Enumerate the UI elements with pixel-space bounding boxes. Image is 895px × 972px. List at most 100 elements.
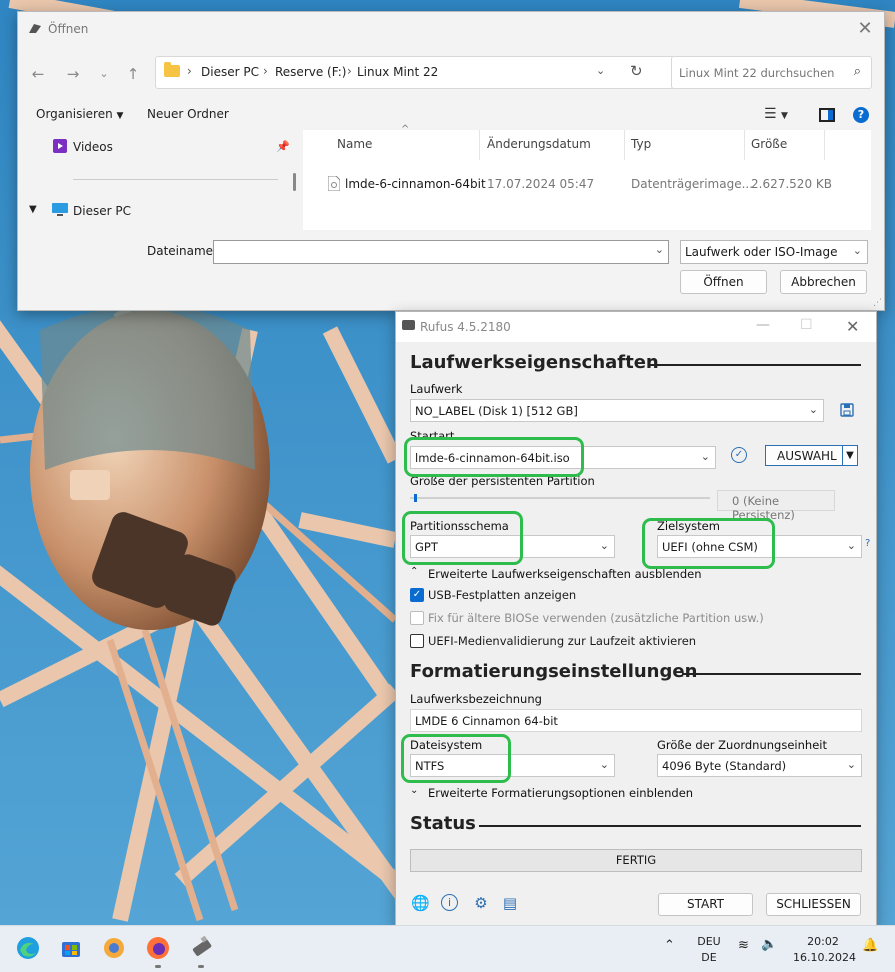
recent-locations-chevron-icon[interactable]: ⌄ (94, 64, 114, 84)
language-globe-icon[interactable]: 🌐 (411, 894, 430, 912)
partition-scheme-value: GPT (415, 540, 438, 554)
help-icon[interactable]: ? (853, 107, 869, 123)
open-file-dialog: Öffnen ✕ ← → ⌄ ↑ › Dieser PC › Reserve (… (17, 11, 885, 311)
filesystem-label: Dateisystem (410, 738, 483, 752)
filesystem-value: NTFS (415, 759, 445, 773)
chevron-down-icon[interactable]: ▼ (842, 446, 857, 465)
drive-value: NO_LABEL (Disk 1) [512 GB] (415, 404, 578, 418)
search-icon[interactable]: ⌕ (854, 64, 861, 79)
resize-grip-icon[interactable]: ⋰ (873, 298, 882, 308)
nav-scrollbar[interactable] (293, 173, 296, 191)
address-bar[interactable]: › Dieser PC › Reserve (F:) › Linux Mint … (155, 56, 675, 89)
uefi-validation-checkbox[interactable] (410, 634, 424, 648)
chevron-down-icon[interactable]: ⌄ (655, 243, 664, 256)
chevron-up-icon[interactable]: ⌃ (664, 938, 675, 953)
organize-button[interactable]: Organisieren ▼ (36, 107, 123, 121)
filename-input[interactable]: ⌄ (213, 240, 669, 264)
help-icon[interactable]: ? (865, 538, 870, 549)
breadcrumb-drive[interactable]: Reserve (F:) (275, 65, 346, 79)
wifi-icon[interactable]: ≋ (738, 938, 749, 953)
start-button[interactable]: START (658, 893, 753, 916)
rufus-window: Rufus 4.5.2180 — ☐ ✕ Laufwerkseigenschaf… (395, 311, 877, 927)
pin-icon[interactable]: 📌 (276, 140, 290, 153)
clock-time[interactable]: 20:02 (795, 935, 851, 948)
folder-icon (164, 62, 180, 77)
close-icon[interactable]: ✕ (846, 317, 859, 336)
chevron-down-icon: ▼ (116, 111, 124, 121)
volume-icon[interactable]: 🔈 (761, 937, 777, 952)
file-size: 2.627.520 KB (751, 177, 832, 191)
clock-date[interactable]: 16.10.2024 (793, 951, 856, 964)
advanced-format-toggle[interactable]: Erweiterte Formatierungsoptionen einblen… (428, 786, 693, 800)
slider-thumb[interactable] (414, 494, 417, 502)
usb-drive-icon (402, 320, 415, 330)
usb-hdd-label: USB-Festplatten anzeigen (428, 588, 577, 602)
store-icon[interactable] (57, 934, 85, 962)
nav-item-this-pc[interactable]: Dieser PC (73, 204, 131, 218)
filesystem-select[interactable]: NTFS ⌄ (410, 754, 615, 777)
table-row[interactable]: lmde-6-cinnamon-64bit 17.07.2024 05:47 D… (303, 130, 871, 230)
usb-drive-icon[interactable] (187, 934, 215, 962)
language-indicator-bottom[interactable]: DE (693, 951, 725, 964)
target-system-value: UEFI (ohne CSM) (662, 540, 758, 554)
chevron-down-icon: ⌄ (700, 450, 710, 463)
volume-label-label: Laufwerksbezeichnung (410, 692, 542, 706)
preview-pane-icon[interactable] (819, 108, 835, 122)
chevron-down-icon[interactable]: ▼ (29, 204, 37, 215)
nav-item-videos[interactable]: Videos (73, 140, 113, 154)
edge-icon[interactable] (14, 934, 42, 962)
log-icon[interactable]: ▤ (501, 894, 519, 912)
persistence-value: 0 (Keine Persistenz) (732, 494, 795, 522)
volume-label-input[interactable]: LMDE 6 Cinnamon 64-bit (410, 709, 862, 732)
up-arrow-icon[interactable]: ↑ (123, 64, 143, 84)
chevron-down-icon: ⌄ (846, 539, 856, 552)
new-folder-button[interactable]: Neuer Ordner (147, 107, 229, 121)
open-dialog-icon (29, 24, 41, 33)
status-progress-bar: FERTIG (410, 849, 862, 872)
forward-arrow-icon[interactable]: → (63, 64, 83, 84)
breadcrumb-folder[interactable]: Linux Mint 22 (357, 65, 438, 79)
about-info-icon[interactable]: i (441, 894, 458, 911)
minimize-icon[interactable]: — (756, 317, 770, 333)
language-indicator-top[interactable]: DEU (693, 935, 725, 948)
select-image-button[interactable]: AUSWAHL ▼ (765, 445, 858, 466)
dialog-toolbar: Organisieren ▼ Neuer Ordner ☰ ▼ ? (18, 100, 884, 130)
chevron-up-icon[interactable]: ⌃ (410, 566, 418, 577)
search-box[interactable]: Linux Mint 22 durchsuchen ⌕ (671, 56, 872, 89)
cluster-size-label: Größe der Zuordnungseinheit (657, 738, 827, 752)
bios-fix-checkbox (410, 611, 424, 625)
settings-icon[interactable] (100, 934, 128, 962)
save-icon[interactable] (840, 403, 854, 417)
advanced-drive-toggle[interactable]: Erweiterte Laufwerkseigenschaften ausble… (428, 567, 701, 581)
checkmark-circle-icon[interactable]: ✓ (731, 447, 747, 463)
open-button[interactable]: Öffnen (680, 270, 767, 294)
chevron-down-icon: ⌄ (599, 539, 609, 552)
search-placeholder: Linux Mint 22 durchsuchen (679, 66, 835, 80)
filetype-select[interactable]: Laufwerk oder ISO-Image ⌄ (680, 240, 868, 264)
view-options-icon[interactable]: ☰ ▼ (764, 106, 788, 122)
close-button[interactable]: SCHLIESSEN (766, 893, 861, 916)
settings-sliders-icon[interactable]: ⚙ (472, 894, 490, 912)
persistence-slider[interactable] (410, 494, 710, 502)
close-icon[interactable]: ✕ (854, 18, 876, 40)
breadcrumb-this-pc[interactable]: Dieser PC (201, 65, 259, 79)
cluster-size-select[interactable]: 4096 Byte (Standard) ⌄ (657, 754, 862, 777)
notification-bell-icon[interactable]: 🔔 (862, 938, 878, 953)
usb-hdd-checkbox[interactable]: ✓ (410, 588, 424, 602)
firefox-icon[interactable] (144, 934, 172, 962)
slider-track (410, 497, 710, 499)
refresh-icon[interactable]: ↻ (630, 62, 643, 80)
filename-label: Dateiname: (147, 244, 218, 258)
chevron-down-icon[interactable]: ⌄ (410, 785, 418, 796)
chevron-down-icon[interactable]: ⌄ (596, 64, 605, 77)
taskbar: ⌃ DEU DE ≋ 🔈 20:02 16.10.2024 🔔 (0, 925, 895, 972)
target-system-select[interactable]: UEFI (ohne CSM) ⌄ (657, 535, 862, 558)
divider (682, 673, 861, 675)
boot-selection-select[interactable]: lmde-6-cinnamon-64bit.iso ⌄ (410, 446, 716, 469)
running-indicator (198, 965, 204, 968)
cancel-button[interactable]: Abbrechen (780, 270, 867, 294)
drive-select[interactable]: NO_LABEL (Disk 1) [512 GB] ⌄ (410, 399, 824, 422)
divider (73, 179, 278, 180)
back-arrow-icon[interactable]: ← (28, 64, 48, 84)
partition-scheme-select[interactable]: GPT ⌄ (410, 535, 615, 558)
